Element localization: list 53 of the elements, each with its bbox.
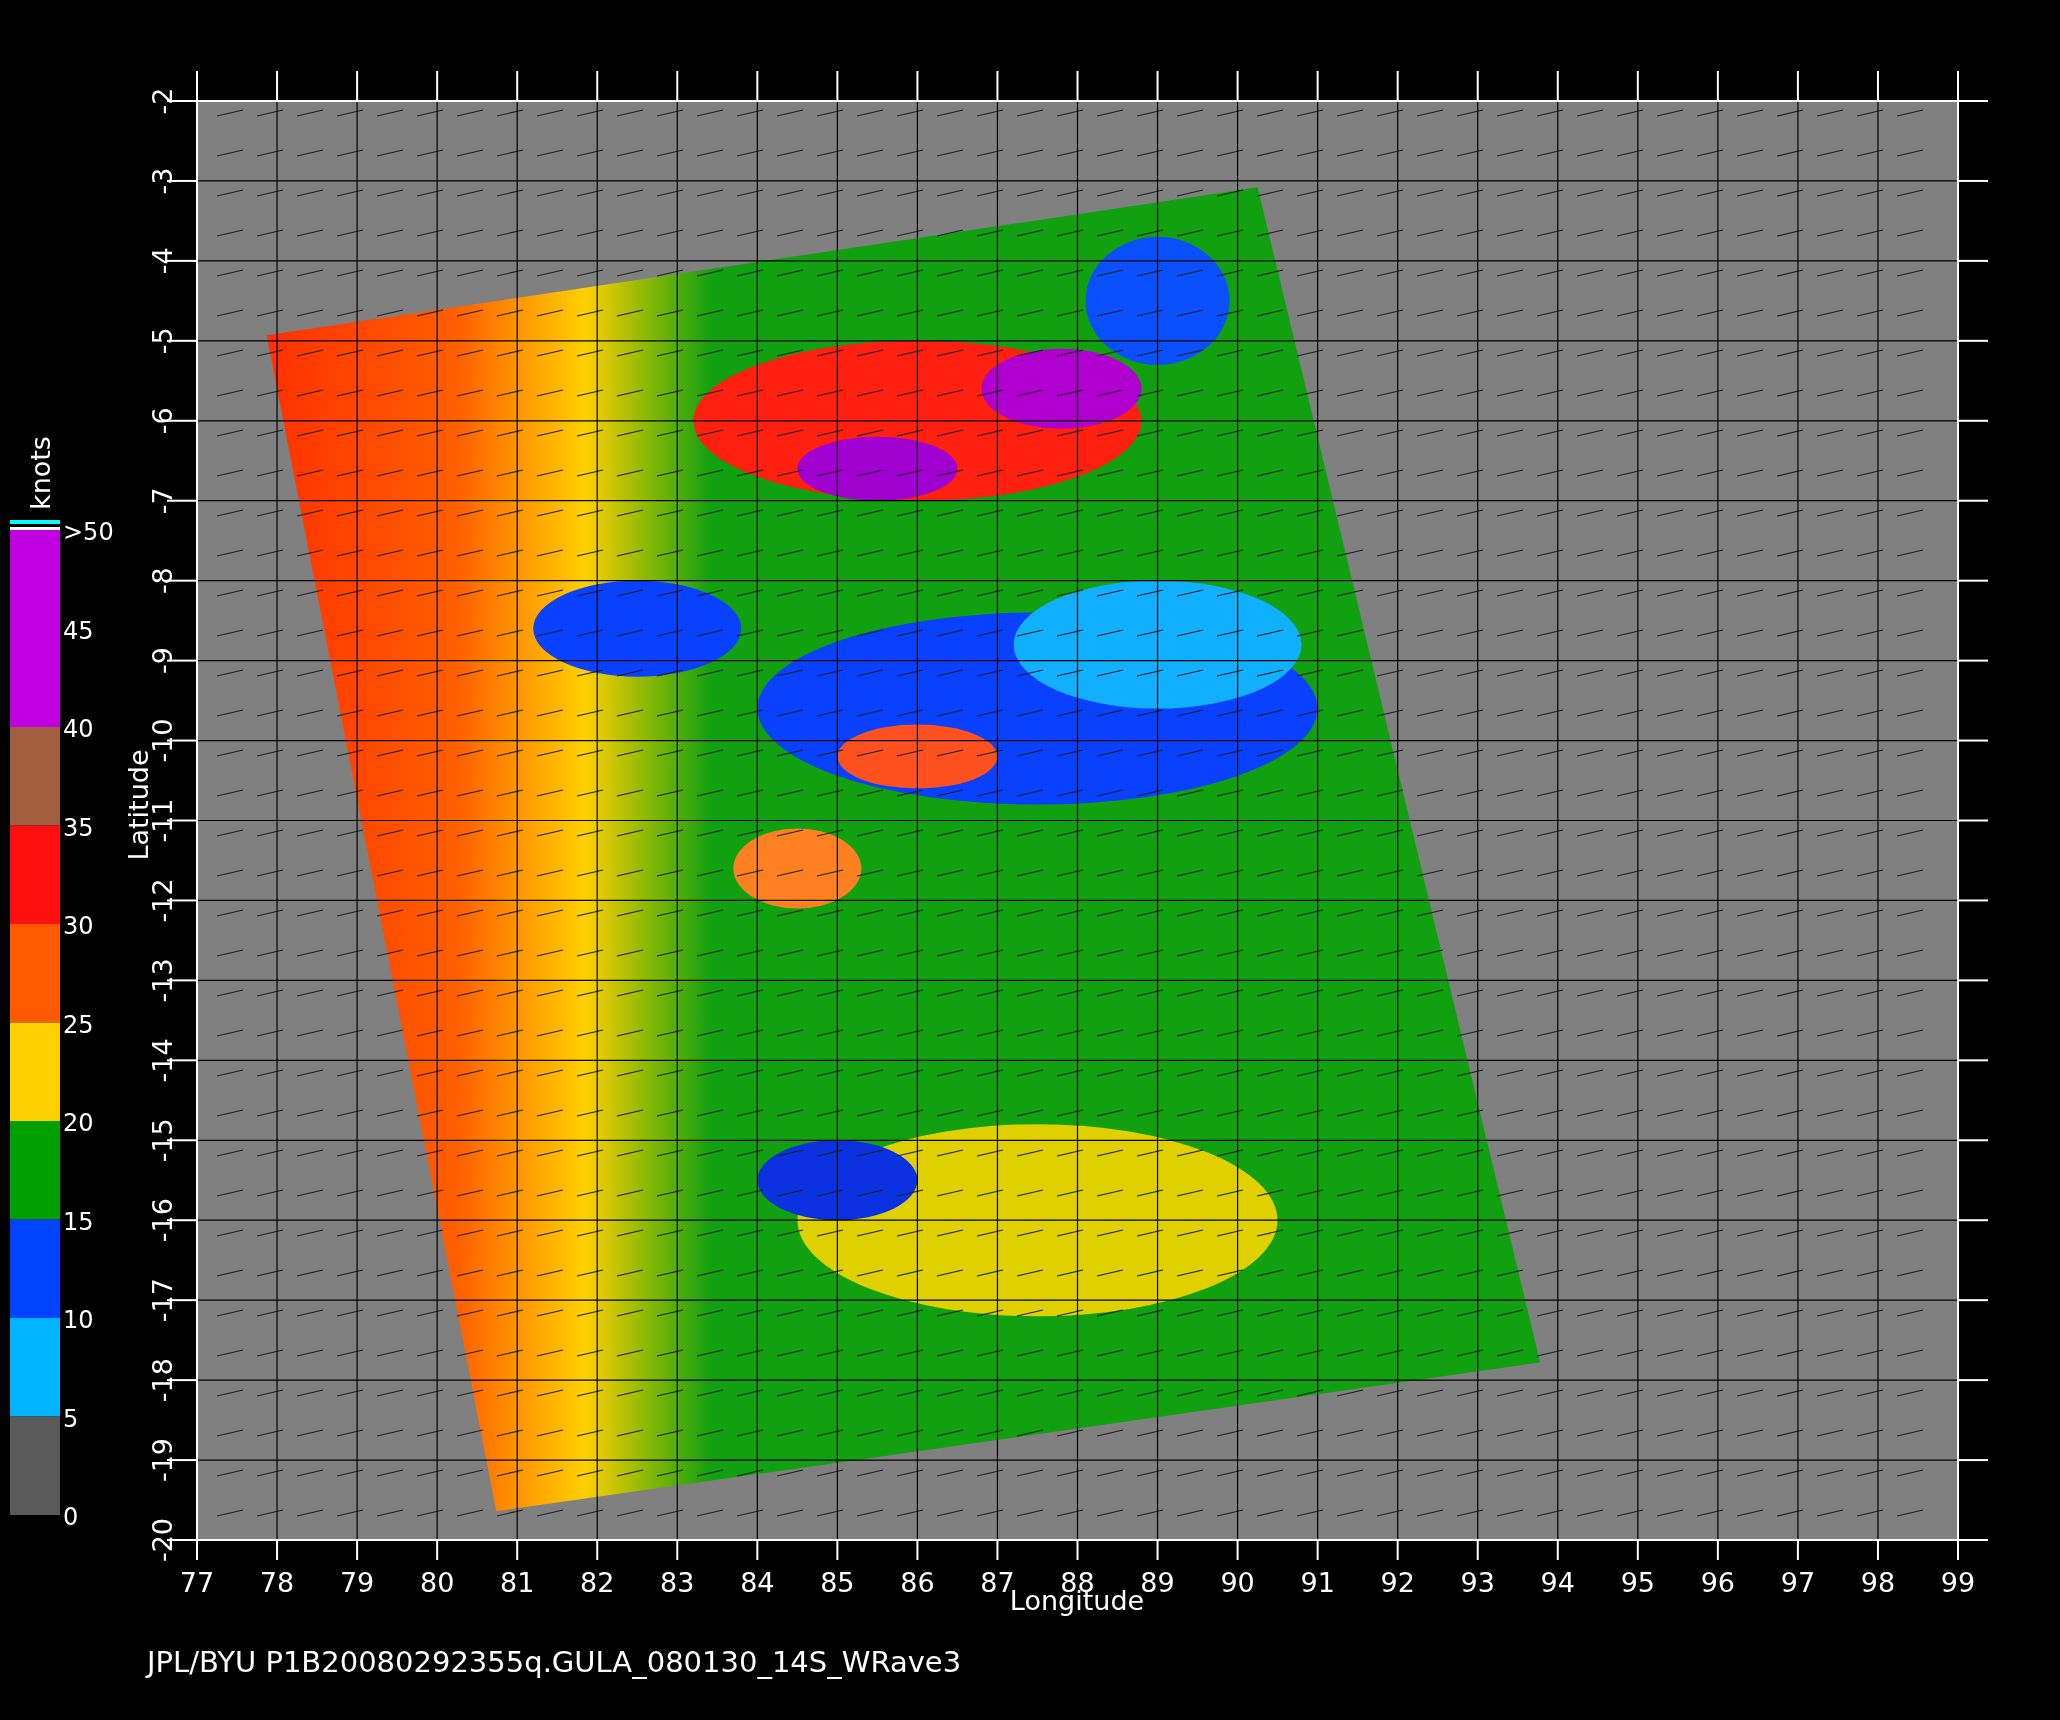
y-tick-label: -20	[147, 1517, 178, 1563]
x-tick-label: 86	[900, 1567, 935, 1598]
colorbar-title: knots	[25, 436, 56, 510]
x-tick-label: 84	[740, 1567, 775, 1598]
x-tick-label: 77	[179, 1567, 215, 1598]
y-tick-label: -4	[147, 247, 178, 275]
colorbar-label: 5	[63, 1404, 79, 1433]
colorbar-label: >50	[63, 518, 114, 546]
colorbar-label: 0	[63, 1503, 79, 1531]
y-tick-label: -3	[147, 167, 178, 195]
y-tick-label: -14	[147, 1038, 178, 1083]
x-tick-label: 94	[1540, 1567, 1575, 1598]
x-tick-label: 81	[500, 1567, 535, 1598]
colorbar-label: 35	[63, 813, 94, 842]
x-tick-label: 79	[339, 1567, 375, 1598]
y-tick-label: -11	[147, 798, 178, 843]
y-tick-label: -8	[147, 567, 178, 595]
footer-caption: JPL/BYU P1B20080292355q.GULA_080130_14S_WRave3	[147, 1645, 962, 1679]
x-tick-label: 91	[1300, 1567, 1335, 1598]
y-tick-label: -13	[147, 958, 178, 1003]
y-tick-label: -17	[147, 1278, 178, 1323]
x-tick-label: 78	[259, 1567, 295, 1598]
x-tick-label: 83	[660, 1567, 695, 1598]
x-tick-label: 99	[1940, 1567, 1976, 1598]
colorbar-cap	[10, 520, 60, 524]
colorbar-label: 30	[63, 912, 94, 940]
y-tick-label: -10	[147, 718, 178, 763]
colorbar-label: 25	[63, 1010, 94, 1039]
x-tick-label: 92	[1380, 1567, 1415, 1598]
x-tick-label: 90	[1220, 1567, 1255, 1598]
x-tick-label: 97	[1780, 1567, 1816, 1598]
x-tick-label: 80	[419, 1567, 455, 1598]
x-tick-label: 95	[1620, 1567, 1655, 1598]
y-tick-label: -5	[147, 327, 178, 355]
x-tick-label: 85	[820, 1567, 855, 1598]
colorbar-label: 20	[63, 1109, 94, 1137]
colorbar-label: 10	[63, 1306, 94, 1334]
y-tick-label: -9	[147, 647, 178, 675]
colorbar-label: 40	[63, 715, 94, 743]
y-tick-label: -7	[147, 487, 178, 515]
colorbar-label: 15	[63, 1207, 94, 1236]
colorbar-cap	[10, 527, 60, 530]
x-tick-label: 82	[580, 1567, 615, 1598]
y-tick-label: -12	[147, 878, 178, 923]
y-tick-label: -15	[147, 1118, 178, 1163]
x-tick-label: 93	[1460, 1567, 1495, 1598]
y-tick-label: -19	[147, 1438, 178, 1483]
x-tick-label: 96	[1700, 1567, 1736, 1598]
y-tick-label: -18	[147, 1358, 178, 1403]
x-tick-label: 98	[1860, 1567, 1896, 1598]
y-tick-label: -6	[147, 407, 178, 435]
colorbar-label: 45	[63, 616, 94, 645]
y-tick-label: -16	[147, 1198, 178, 1243]
